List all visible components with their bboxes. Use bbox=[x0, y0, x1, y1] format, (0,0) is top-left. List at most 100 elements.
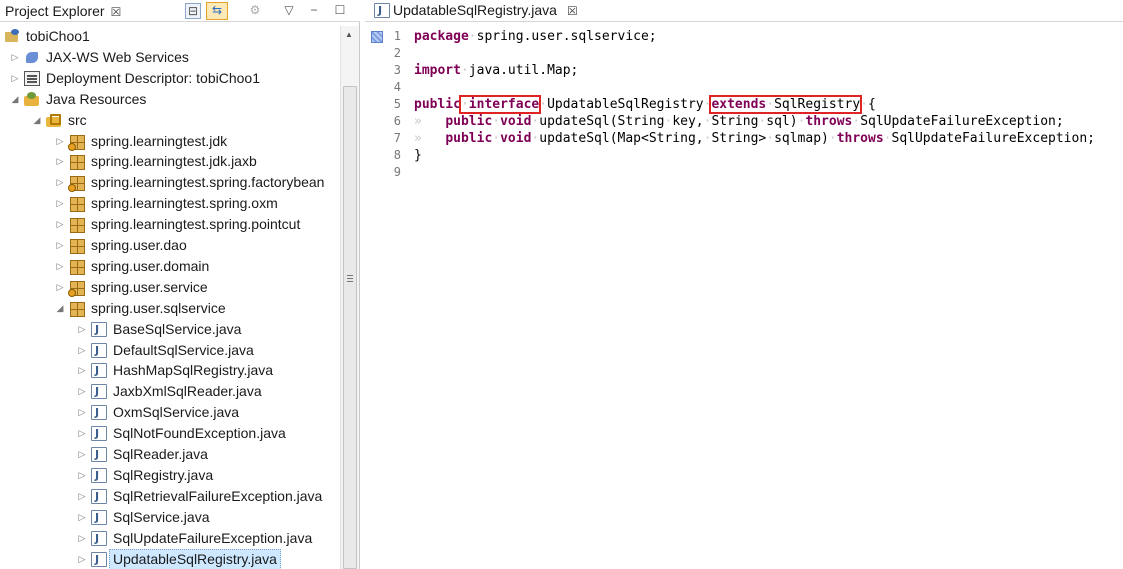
collapsed-twisty-icon[interactable]: ▷ bbox=[77, 465, 87, 486]
whitespace-marker: · bbox=[460, 63, 469, 78]
tree-item-label: Deployment Descriptor: tobiChoo1 bbox=[46, 69, 260, 86]
method-signature: updateSql(String bbox=[539, 114, 665, 129]
line-number: 8 bbox=[393, 148, 401, 162]
collapse-all-icon[interactable]: ⊟ bbox=[185, 3, 201, 19]
link-with-editor-icon[interactable]: ⇆ bbox=[206, 2, 228, 20]
focus-on-active-task-icon[interactable]: ⚙ bbox=[247, 3, 263, 19]
java-file-icon bbox=[91, 360, 107, 381]
collapsed-twisty-icon[interactable]: ▷ bbox=[77, 507, 87, 528]
code-line-7: » public·void·updateSql(Map<String,·Stri… bbox=[414, 130, 1095, 147]
java-file-icon bbox=[91, 381, 107, 402]
tree-item[interactable]: ▷ OxmSqlService.java bbox=[0, 402, 340, 423]
editor-tab-title: UpdatableSqlRegistry.java bbox=[393, 2, 557, 18]
tree-item[interactable]: ▷ spring.learningtest.jdk bbox=[0, 131, 340, 152]
exception-name: SqlUpdateFailureException; bbox=[860, 114, 1064, 129]
collapsed-twisty-icon[interactable]: ▷ bbox=[55, 214, 65, 235]
tree-item[interactable]: ▷ UpdatableSqlRegistry.java bbox=[0, 548, 340, 569]
keyword-public: public bbox=[445, 114, 493, 129]
java-file-icon bbox=[91, 444, 107, 465]
collapsed-twisty-icon[interactable]: ▷ bbox=[55, 235, 65, 256]
whitespace-marker: · bbox=[492, 114, 501, 129]
expanded-twisty-icon[interactable]: ◢ bbox=[32, 110, 42, 131]
tree-item[interactable]: ▷ HashMapSqlRegistry.java bbox=[0, 360, 340, 381]
collapsed-twisty-icon[interactable]: ▷ bbox=[77, 381, 87, 402]
tree-item[interactable]: ▷ spring.learningtest.spring.factorybean bbox=[0, 172, 340, 193]
scrollbar-thumb[interactable] bbox=[343, 86, 357, 569]
collapsed-twisty-icon[interactable]: ▷ bbox=[77, 402, 87, 423]
tree-item-label: JaxbXmlSqlReader.java bbox=[113, 383, 262, 400]
tree-item-label: JAX-WS Web Services bbox=[46, 48, 189, 65]
tree-item[interactable]: ▷ SqlUpdateFailureException.java bbox=[0, 528, 340, 549]
collapsed-twisty-icon[interactable]: ▷ bbox=[55, 172, 65, 193]
maximize-icon[interactable]: ☐ bbox=[332, 3, 348, 19]
collapsed-twisty-icon[interactable]: ▷ bbox=[77, 423, 87, 444]
tree-item[interactable]: ◢ Java Resources bbox=[0, 89, 340, 110]
line-number: 7 bbox=[393, 131, 401, 145]
tree-item[interactable]: ▷ spring.learningtest.spring.pointcut bbox=[0, 214, 340, 235]
tree-item[interactable]: ▷ spring.learningtest.spring.oxm bbox=[0, 193, 340, 214]
collapsed-twisty-icon[interactable]: ▷ bbox=[77, 549, 87, 569]
package-icon bbox=[68, 280, 85, 297]
package-icon bbox=[68, 175, 85, 193]
collapsed-twisty-icon[interactable]: ▷ bbox=[77, 340, 87, 361]
tree-item-label: tobiChoo1 bbox=[26, 28, 90, 44]
tree-item[interactable]: ▷ spring.learningtest.jdk.jaxb bbox=[0, 151, 340, 172]
collapsed-twisty-icon[interactable]: ▷ bbox=[77, 319, 87, 340]
tree-item-label: BaseSqlService.java bbox=[113, 320, 242, 337]
tree-item[interactable]: ◢ spring.user.sqlservice bbox=[0, 298, 340, 319]
expanded-twisty-icon[interactable]: ◢ bbox=[10, 89, 20, 110]
tree-item[interactable]: ▷ JAX-WS Web Services bbox=[0, 47, 340, 68]
tree-item[interactable]: ▷ SqlNotFoundException.java bbox=[0, 423, 340, 444]
collapsed-twisty-icon[interactable]: ▷ bbox=[55, 151, 65, 172]
tree-item[interactable]: ▷ SqlReader.java bbox=[0, 444, 340, 465]
java-file-icon bbox=[91, 486, 107, 507]
java-file-icon bbox=[91, 507, 107, 528]
tree-item[interactable]: tobiChoo1 bbox=[0, 26, 340, 47]
keyword-throws: throws bbox=[836, 131, 884, 146]
expanded-twisty-icon[interactable]: ◢ bbox=[55, 298, 65, 319]
collapsed-twisty-icon[interactable]: ▷ bbox=[77, 528, 87, 549]
package-icon bbox=[69, 154, 85, 171]
view-menu-icon[interactable]: ▽ bbox=[281, 3, 297, 19]
tree-scrollbar[interactable]: ▲ bbox=[340, 26, 359, 569]
tree-item-label: spring.user.service bbox=[91, 278, 208, 295]
import-name: java.util.Map; bbox=[468, 63, 579, 78]
collapsed-twisty-icon[interactable]: ▷ bbox=[77, 486, 87, 507]
close-icon[interactable]: ☒ bbox=[567, 4, 578, 18]
editor-tab-updatable-sql-registry[interactable]: UpdatableSqlRegistry.java ☒ bbox=[369, 0, 584, 22]
tree-item[interactable]: ▷ SqlRegistry.java bbox=[0, 465, 340, 486]
tree-item[interactable]: ◢ src bbox=[0, 110, 340, 131]
tree-item[interactable]: ▷ SqlService.java bbox=[0, 507, 340, 528]
collapsed-twisty-icon[interactable]: ▷ bbox=[77, 360, 87, 381]
tree-item[interactable]: ▷ spring.user.dao bbox=[0, 235, 340, 256]
tree-item[interactable]: ▷ spring.user.service bbox=[0, 277, 340, 298]
java-file-icon bbox=[91, 528, 107, 549]
tree-item[interactable]: ▷ BaseSqlService.java bbox=[0, 319, 340, 340]
collapsed-twisty-icon[interactable]: ▷ bbox=[55, 277, 65, 298]
tree-item-label: spring.learningtest.jdk.jaxb bbox=[91, 153, 257, 170]
collapsed-twisty-icon[interactable]: ▷ bbox=[10, 68, 20, 89]
tree-item[interactable]: ▷ JaxbXmlSqlReader.java bbox=[0, 381, 340, 402]
keyword-void: void bbox=[500, 114, 532, 129]
tree-item[interactable]: ▷ spring.user.domain bbox=[0, 256, 340, 277]
collapsed-twisty-icon[interactable]: ▷ bbox=[55, 193, 65, 214]
keyword-throws: throws bbox=[805, 114, 853, 129]
minimize-icon[interactable]: − bbox=[306, 3, 322, 19]
collapsed-twisty-icon[interactable]: ▷ bbox=[77, 444, 87, 465]
collapsed-twisty-icon[interactable]: ▷ bbox=[55, 256, 65, 277]
tree-item[interactable]: ▷ Deployment Descriptor: tobiChoo1 bbox=[0, 68, 340, 89]
tree-item-label: src bbox=[68, 111, 87, 128]
collapsed-twisty-icon[interactable]: ▷ bbox=[55, 131, 65, 152]
tree-item-label: Java Resources bbox=[46, 90, 147, 107]
project-icon bbox=[4, 29, 20, 44]
project-explorer-tab[interactable]: Project Explorer ☒ bbox=[0, 0, 125, 22]
collapsed-twisty-icon[interactable]: ▷ bbox=[10, 47, 20, 68]
line-number: 5 bbox=[393, 97, 401, 111]
tree-item[interactable]: ▷ DefaultSqlService.java bbox=[0, 340, 340, 361]
close-icon[interactable]: ☒ bbox=[111, 5, 122, 19]
whitespace-marker: · bbox=[460, 97, 469, 112]
tree-item-label: spring.learningtest.spring.factorybean bbox=[91, 174, 325, 191]
keyword-extends: extends bbox=[711, 97, 767, 112]
tree-item[interactable]: ▷ SqlRetrievalFailureException.java bbox=[0, 486, 340, 507]
scroll-up-arrow-icon[interactable]: ▲ bbox=[345, 30, 353, 39]
